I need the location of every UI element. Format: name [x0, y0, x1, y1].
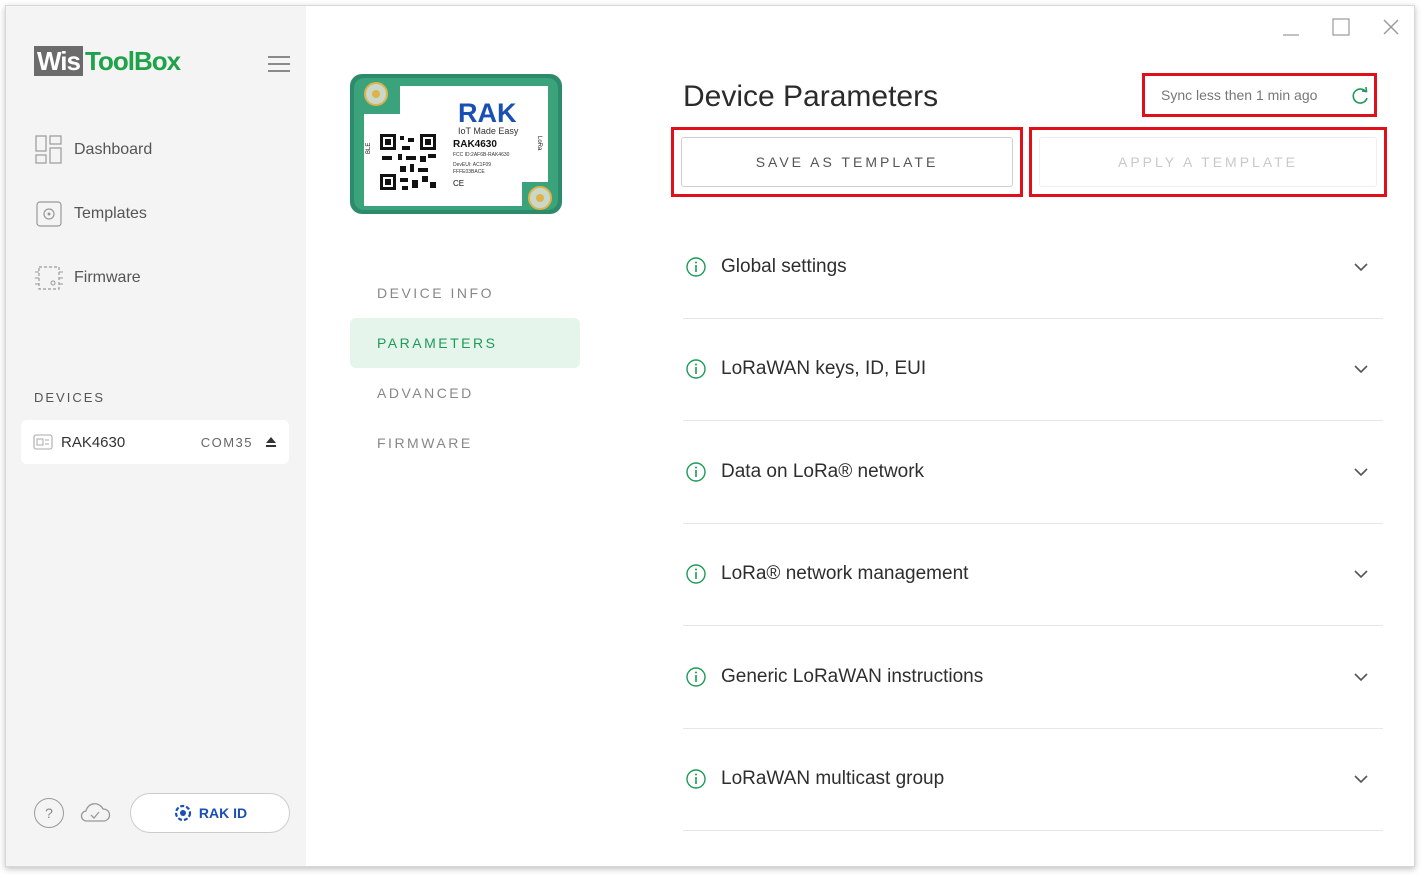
- module-ce-mark: CE: [453, 179, 464, 188]
- sidebar-item-templates[interactable]: Templates: [34, 192, 152, 236]
- device-tabs: DEVICE INFO PARAMETERS ADVANCED FIRMWARE: [350, 268, 580, 468]
- sidebar-item-label: Templates: [74, 205, 147, 222]
- device-module-image: RAK IoT Made Easy RAK4630 FCC ID:2AF6B-R…: [350, 74, 562, 214]
- module-fcc: FCC ID:2AF6B-RAK4630: [453, 152, 510, 158]
- section-label: Global settings: [721, 255, 847, 277]
- chevron-down-icon: [1354, 263, 1368, 271]
- apply-template-highlight: APPLY A TEMPLATE: [1029, 127, 1387, 197]
- chevron-down-icon: [1354, 365, 1368, 374]
- sidebar-item-label: Firmware: [74, 269, 141, 286]
- hamburger-line: [268, 70, 290, 72]
- section-data-on-lora[interactable]: Data on LoRa® network: [683, 421, 1383, 524]
- hamburger-menu-button[interactable]: [268, 56, 290, 72]
- cloud-sync-icon[interactable]: [78, 801, 112, 825]
- sidebar-nav: Dashboard Templates Firmware: [34, 128, 152, 320]
- hamburger-line: [268, 63, 290, 65]
- info-icon: [686, 359, 706, 379]
- logo-wis: Wis: [34, 46, 83, 76]
- app-window: Wis ToolBox Dashboard Templates Firmware…: [5, 5, 1415, 867]
- templates-icon: [34, 199, 64, 229]
- section-label: LoRaWAN multicast group: [721, 768, 945, 790]
- apply-template-button[interactable]: APPLY A TEMPLATE: [1039, 137, 1377, 187]
- rak-id-icon: [174, 804, 191, 822]
- section-lora-network-management[interactable]: LoRa® network management: [683, 524, 1383, 626]
- eject-icon[interactable]: [265, 436, 277, 448]
- tab-device-info[interactable]: DEVICE INFO: [350, 268, 580, 318]
- page-title: Device Parameters: [683, 80, 939, 113]
- section-lorawan-multicast-group[interactable]: LoRaWAN multicast group: [683, 729, 1383, 831]
- refresh-icon[interactable]: [1350, 86, 1370, 106]
- logo-toolbox: ToolBox: [85, 46, 181, 76]
- tab-advanced[interactable]: ADVANCED: [350, 368, 580, 418]
- module-deveui-line1: DevEUI: AC1F09: [453, 162, 491, 168]
- app-logo: Wis ToolBox: [34, 46, 181, 76]
- sync-status: Sync less then 1 min ago: [1142, 73, 1377, 117]
- module-side-left: BLE: [366, 143, 372, 154]
- tab-parameters[interactable]: PARAMETERS: [350, 318, 580, 368]
- sidebar-bottom-bar: ? RAK ID: [34, 793, 290, 833]
- chevron-down-icon: [1354, 468, 1368, 476]
- info-icon: [686, 257, 706, 277]
- save-template-highlight: SAVE AS TEMPLATE: [671, 127, 1023, 197]
- sidebar-item-dashboard[interactable]: Dashboard: [34, 128, 152, 172]
- chevron-down-icon: [1354, 775, 1368, 784]
- section-generic-lorawan-instructions[interactable]: Generic LoRaWAN instructions: [683, 626, 1383, 729]
- device-panel: RAK IoT Made Easy RAK4630 FCC ID:2AF6B-R…: [306, 6, 646, 866]
- device-module-icon: [33, 434, 53, 450]
- module-model: RAK4630: [453, 139, 497, 150]
- module-brand: RAK: [458, 98, 517, 128]
- help-icon: ?: [45, 805, 53, 821]
- section-global-settings[interactable]: Global settings: [683, 216, 1383, 319]
- module-side-right: LoRa: [536, 136, 542, 151]
- info-icon: [686, 667, 706, 687]
- rak-id-button[interactable]: RAK ID: [130, 793, 290, 833]
- chevron-down-icon: [1354, 673, 1368, 681]
- parameter-sections: Global settings LoRaWAN keys, ID, EUI Da…: [683, 216, 1383, 831]
- section-lorawan-keys[interactable]: LoRaWAN keys, ID, EUI: [683, 319, 1383, 421]
- sidebar-item-label: Dashboard: [74, 141, 153, 158]
- chevron-down-icon: [1354, 570, 1368, 579]
- info-icon: [686, 462, 706, 482]
- hamburger-line: [268, 56, 290, 58]
- main-content: Device Parameters Sync less then 1 min a…: [671, 6, 1393, 866]
- device-card-rak4630[interactable]: RAK4630 COM35: [21, 420, 289, 464]
- rak-id-label: RAK ID: [198, 805, 248, 821]
- section-label: LoRaWAN keys, ID, EUI: [721, 358, 927, 380]
- section-label: LoRa® network management: [721, 563, 969, 585]
- device-port: COM35: [200, 434, 253, 450]
- module-deveui-line2: FFFE03BACE: [453, 169, 485, 175]
- device-name: RAK4630: [61, 433, 126, 451]
- module-tagline: IoT Made Easy: [458, 126, 519, 136]
- section-label: Data on LoRa® network: [721, 460, 925, 482]
- firmware-chip-icon: [34, 263, 64, 293]
- help-button[interactable]: ?: [34, 798, 64, 828]
- sync-status-text: Sync less then 1 min ago: [1161, 87, 1318, 103]
- dashboard-icon: [34, 135, 64, 165]
- info-icon: [686, 564, 706, 584]
- save-as-template-button[interactable]: SAVE AS TEMPLATE: [681, 137, 1013, 187]
- devices-section-title: DEVICES: [34, 390, 106, 405]
- qr-code-icon: [378, 132, 438, 192]
- tab-firmware[interactable]: FIRMWARE: [350, 418, 580, 468]
- sidebar-item-firmware[interactable]: Firmware: [34, 256, 152, 300]
- section-label: Generic LoRaWAN instructions: [721, 665, 984, 687]
- sidebar: Wis ToolBox Dashboard Templates Firmware…: [6, 6, 306, 866]
- info-icon: [686, 769, 706, 789]
